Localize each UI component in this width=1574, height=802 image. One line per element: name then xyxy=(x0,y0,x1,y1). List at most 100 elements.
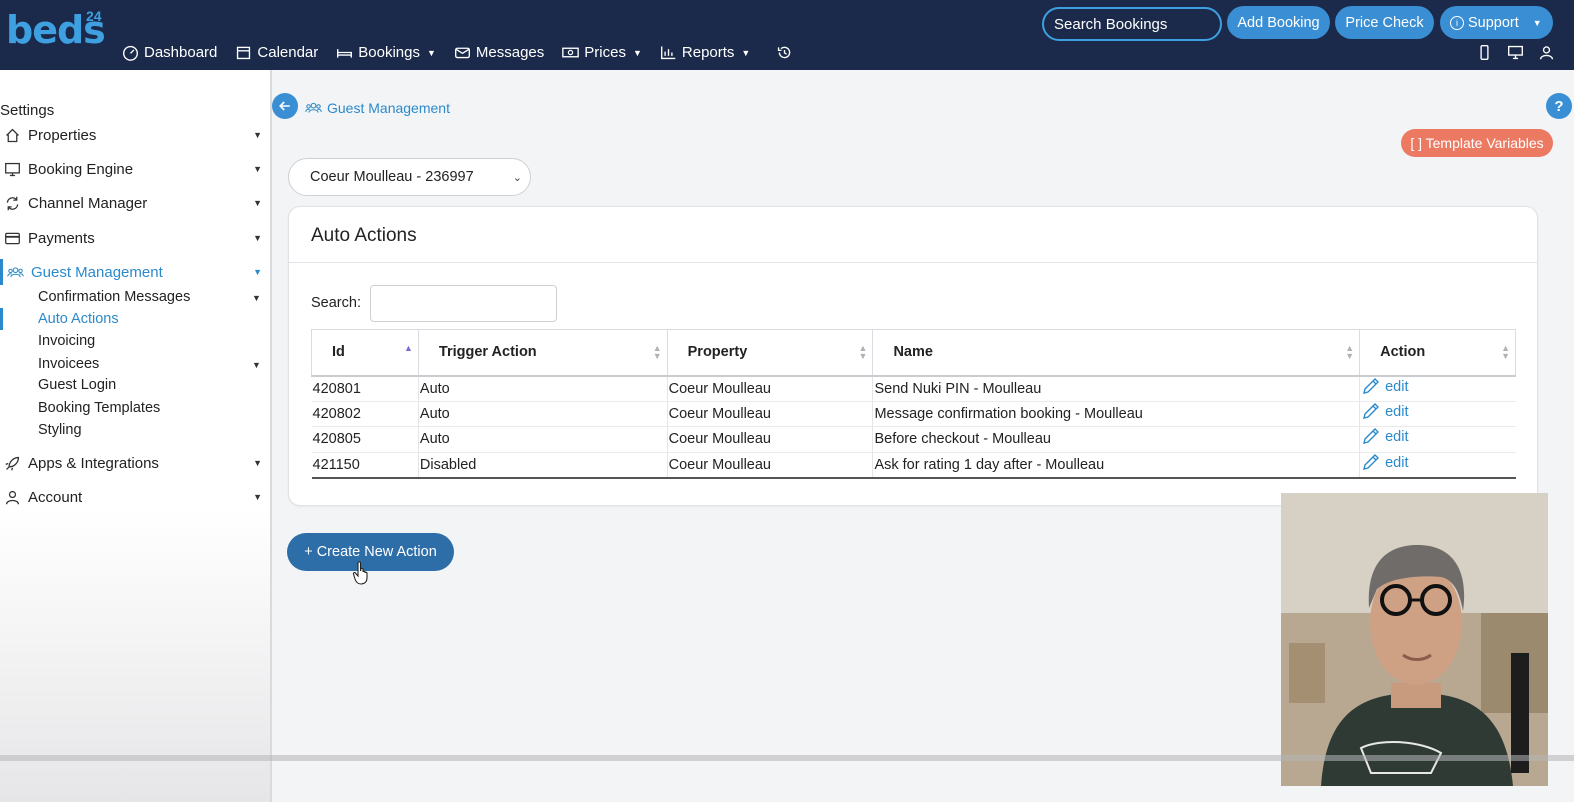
column-header-label: Action xyxy=(1380,344,1426,361)
table-row: 421150 Disabled Coeur Moulleau Ask for r… xyxy=(311,452,1516,479)
chevron-down-icon: ▼ xyxy=(253,267,262,277)
chevron-down-icon: ▼ xyxy=(632,47,642,58)
cell-action: edit xyxy=(1359,426,1516,453)
money-icon xyxy=(562,47,580,58)
edit-link[interactable]: edit xyxy=(1361,453,1409,472)
nav-history[interactable] xyxy=(776,44,793,61)
sidebar-subitem-invoicing[interactable]: Invoicing xyxy=(38,333,95,349)
search-bookings-label: Search Bookings xyxy=(1054,15,1168,33)
chevron-down-icon: ▼ xyxy=(252,293,261,303)
nav-calendar[interactable]: Calendar xyxy=(235,44,318,61)
beds24-logo[interactable]: beds 24 xyxy=(6,4,106,52)
table-row: 420805 Auto Coeur Moulleau Before checko… xyxy=(311,426,1516,453)
sidebar-item-account[interactable]: Account ▼ xyxy=(0,484,272,510)
question-icon: ? xyxy=(1554,97,1564,115)
search-input[interactable] xyxy=(370,285,557,322)
sidebar-subitem-styling[interactable]: Styling xyxy=(38,422,82,438)
chevron-down-icon: ▼ xyxy=(253,458,262,468)
sidebar-subitem-auto-actions[interactable]: Auto Actions xyxy=(38,311,119,327)
help-button[interactable]: ? xyxy=(1546,93,1572,119)
column-header-name[interactable]: Name ▲ ▼ xyxy=(872,329,1361,377)
sidebar-subitem-label: Styling xyxy=(38,422,82,438)
sidebar-item-label: Booking Engine xyxy=(28,160,134,178)
sidebar-item-booking-engine[interactable]: Booking Engine ▼ xyxy=(0,156,272,182)
nav-dashboard[interactable]: Dashboard xyxy=(122,44,217,61)
sidebar-subitem-invoicees[interactable]: Invoicees ▼ xyxy=(38,356,268,372)
support-button[interactable]: i Support ▼ xyxy=(1440,6,1553,39)
column-header-action[interactable]: Action ▲ ▼ xyxy=(1359,329,1516,377)
sidebar-subitem-booking-templates[interactable]: Booking Templates xyxy=(38,400,160,416)
breadcrumb[interactable]: Guest Management xyxy=(305,100,450,116)
sidebar-subitem-guest-login[interactable]: Guest Login xyxy=(38,377,116,393)
cell-trigger: Auto xyxy=(418,401,668,427)
sidebar-item-label: Payments xyxy=(28,229,95,247)
column-header-trigger-action[interactable]: Trigger Action ▲ ▼ xyxy=(417,329,668,377)
nav-bookings[interactable]: Bookings ▼ xyxy=(336,44,436,61)
info-icon: i xyxy=(1450,15,1464,30)
chevron-down-icon: ▼ xyxy=(253,198,262,208)
pencil-icon xyxy=(1363,377,1380,394)
create-new-action-label: + Create New Action xyxy=(304,544,437,560)
sidebar-subitem-label: Auto Actions xyxy=(38,311,119,327)
sidebar-item-channel-manager[interactable]: Channel Manager ▼ xyxy=(0,190,272,216)
cell-property: Coeur Moulleau xyxy=(667,426,874,453)
sidebar-subitem-label: Guest Login xyxy=(38,377,117,393)
search-label: Search: xyxy=(311,295,361,311)
hand-cursor-icon xyxy=(352,561,368,585)
nav-bookings-label: Bookings xyxy=(358,44,420,61)
edit-label: edit xyxy=(1385,429,1409,446)
logo-superscript: 24 xyxy=(86,8,102,24)
users-icon xyxy=(305,102,322,113)
cell-id: 420805 xyxy=(311,426,419,453)
sidebar-item-payments[interactable]: Payments ▼ xyxy=(0,225,272,251)
sidebar-subitem-label: Booking Templates xyxy=(38,400,161,416)
property-select[interactable]: Coeur Moulleau - 236997 ⌄ xyxy=(288,158,531,196)
nav-prices[interactable]: Prices ▼ xyxy=(562,44,642,61)
edit-link[interactable]: edit xyxy=(1361,377,1409,396)
desktop-icon[interactable] xyxy=(1507,44,1524,61)
edit-link[interactable]: edit xyxy=(1361,402,1409,421)
sidebar-item-guest-management[interactable]: Guest Management ▼ xyxy=(0,259,272,285)
cell-trigger: Auto xyxy=(418,375,668,402)
cell-property: Coeur Moulleau xyxy=(667,401,874,427)
user-icon[interactable] xyxy=(1538,44,1555,61)
sidebar-subitem-confirmation-messages[interactable]: Confirmation Messages ▼ xyxy=(38,289,268,305)
device-icons xyxy=(1476,44,1555,61)
edit-link[interactable]: edit xyxy=(1361,428,1409,446)
cell-property: Coeur Moulleau xyxy=(667,375,874,402)
sort-icon: ▲ ▼ xyxy=(1345,343,1355,361)
sidebar-item-properties[interactable]: Properties ▼ xyxy=(0,122,272,148)
add-booking-label: Add Booking xyxy=(1237,14,1320,31)
create-new-action-button[interactable]: + Create New Action xyxy=(287,533,454,571)
column-header-label: Id xyxy=(332,344,345,361)
edit-label: edit xyxy=(1385,378,1409,395)
table-row: 420801 Auto Coeur Moulleau Send Nuki PIN… xyxy=(311,375,1516,402)
column-header-id[interactable]: Id ▲ xyxy=(311,329,419,377)
template-variables-button[interactable]: [ ] Template Variables xyxy=(1401,129,1553,157)
sort-asc-icon: ▲ xyxy=(403,343,413,353)
main-nav: Dashboard Calendar Bookings ▼ Messages P… xyxy=(122,44,793,61)
back-button[interactable] xyxy=(272,93,298,119)
cell-id: 420802 xyxy=(311,401,419,427)
nav-reports[interactable]: Reports ▼ xyxy=(660,44,750,61)
envelope-icon xyxy=(454,47,470,59)
nav-dashboard-label: Dashboard xyxy=(144,44,218,61)
price-check-button[interactable]: Price Check xyxy=(1335,6,1434,39)
sidebar-title: Settings xyxy=(0,102,55,119)
column-header-label: Property xyxy=(687,344,748,361)
add-booking-button[interactable]: Add Booking xyxy=(1227,6,1330,39)
user-icon xyxy=(4,488,22,506)
video-progress-track[interactable] xyxy=(0,755,1574,761)
chevron-down-icon: ▼ xyxy=(1532,17,1542,28)
cell-action: edit xyxy=(1359,401,1516,427)
card-icon xyxy=(4,229,22,247)
calendar-icon xyxy=(237,46,251,60)
nav-messages[interactable]: Messages xyxy=(454,44,544,61)
search-bookings-button[interactable]: Search Bookings xyxy=(1042,7,1222,41)
pencil-icon xyxy=(1363,428,1380,445)
chevron-down-icon: ⌄ xyxy=(512,172,522,184)
sidebar-item-apps-integrations[interactable]: Apps & Integrations ▼ xyxy=(0,450,272,476)
column-header-property[interactable]: Property ▲ ▼ xyxy=(666,329,874,377)
monitor-icon xyxy=(4,160,22,178)
mobile-icon[interactable] xyxy=(1476,44,1493,61)
